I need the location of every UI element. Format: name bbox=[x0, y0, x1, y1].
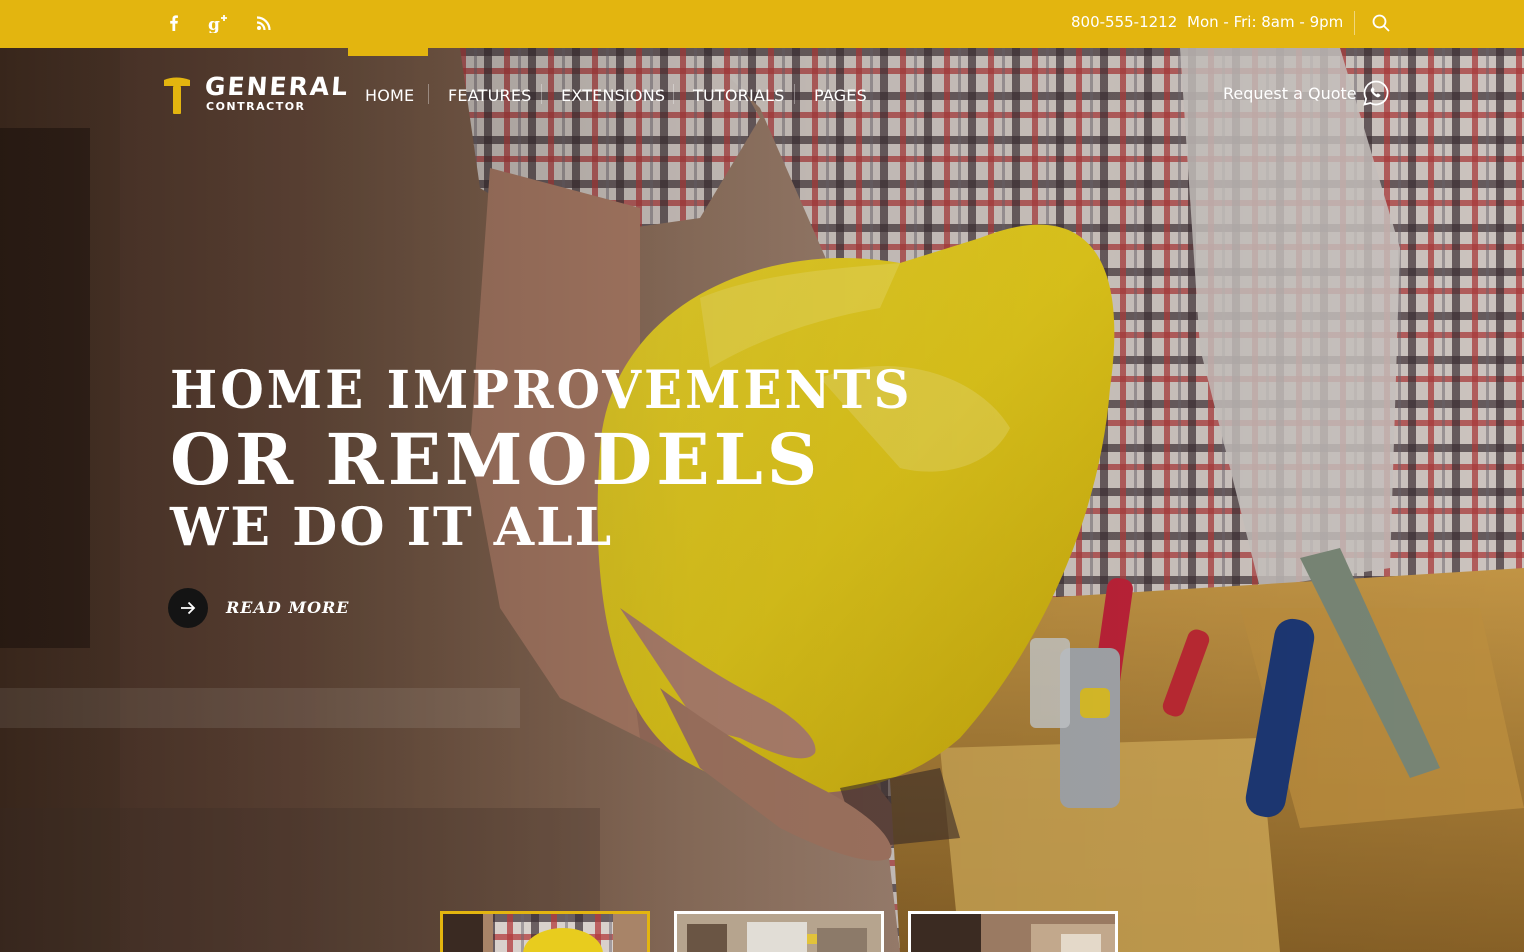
nav-divider bbox=[428, 84, 429, 104]
phone-bubble-icon[interactable] bbox=[1362, 79, 1390, 107]
hammer-icon bbox=[164, 77, 190, 114]
nav-divider bbox=[541, 84, 542, 104]
brand-name: General bbox=[203, 72, 351, 101]
nav-active-indicator bbox=[348, 48, 428, 56]
brand-tagline: Contractor bbox=[206, 100, 306, 113]
nav-item-extensions[interactable]: EXTENSIONS bbox=[561, 86, 665, 105]
top-bar: g 800-555-1212 Mon - Fri: 8am - 9pm bbox=[0, 0, 1524, 48]
read-more-link[interactable]: Read More bbox=[226, 598, 350, 617]
read-more-button[interactable] bbox=[168, 588, 208, 628]
brand-logo[interactable]: General Contractor bbox=[162, 72, 350, 118]
svg-text:g: g bbox=[208, 15, 220, 33]
nav-item-features[interactable]: FEATURES bbox=[448, 86, 531, 105]
hero-headline-line1: Home Improvements bbox=[170, 358, 913, 421]
request-quote-link[interactable]: Request a Quote bbox=[1223, 84, 1357, 103]
slide-thumbnail-3[interactable] bbox=[908, 911, 1118, 952]
slide-thumbnail-1[interactable] bbox=[440, 911, 650, 952]
nav-divider bbox=[673, 84, 674, 104]
slide-thumbnail-2[interactable] bbox=[674, 911, 884, 952]
hero-headline-line2: or Remodels bbox=[170, 418, 822, 501]
facebook-icon[interactable] bbox=[164, 13, 184, 33]
topbar-divider bbox=[1354, 11, 1355, 35]
google-plus-icon[interactable]: g bbox=[207, 13, 231, 33]
nav-item-tutorials[interactable]: TUTORIALS bbox=[693, 86, 785, 105]
arrow-right-icon bbox=[181, 601, 196, 615]
rss-icon[interactable] bbox=[254, 13, 274, 33]
nav-divider bbox=[794, 84, 795, 104]
business-hours: Mon - Fri: 8am - 9pm bbox=[1187, 13, 1344, 31]
nav-item-pages[interactable]: PAGES bbox=[814, 86, 867, 105]
hero-headline-line3: We do it all bbox=[170, 497, 614, 558]
nav-item-home[interactable]: HOME bbox=[365, 86, 414, 105]
search-icon[interactable] bbox=[1371, 13, 1391, 33]
phone-number[interactable]: 800-555-1212 bbox=[1071, 13, 1177, 31]
